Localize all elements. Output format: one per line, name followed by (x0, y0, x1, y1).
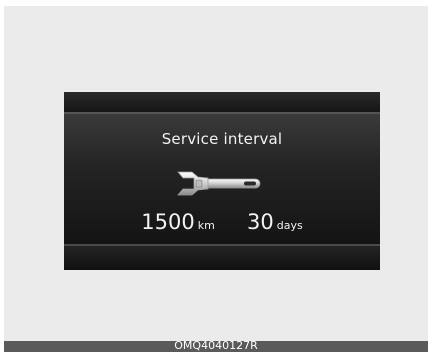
service-interval-title: Service interval (161, 130, 283, 148)
figure-frame: Service interval 1500 km 30 days (4, 6, 428, 341)
display-top-band (64, 92, 380, 112)
caption-bar: OMQ4040127R (4, 339, 428, 352)
distance-value: 1500 (141, 210, 195, 234)
page: Service interval 1500 km 30 days OMQ4040… (0, 0, 430, 352)
figure-code: OMQ4040127R (174, 339, 258, 352)
days-unit: days (276, 219, 303, 232)
wrench-icon (177, 171, 261, 196)
distance-unit: km (197, 219, 215, 232)
cluster-display: Service interval 1500 km 30 days (64, 92, 380, 270)
days-value: 30 (247, 210, 274, 234)
service-interval-values: 1500 km 30 days (64, 210, 380, 234)
display-bottom-band (64, 246, 380, 270)
